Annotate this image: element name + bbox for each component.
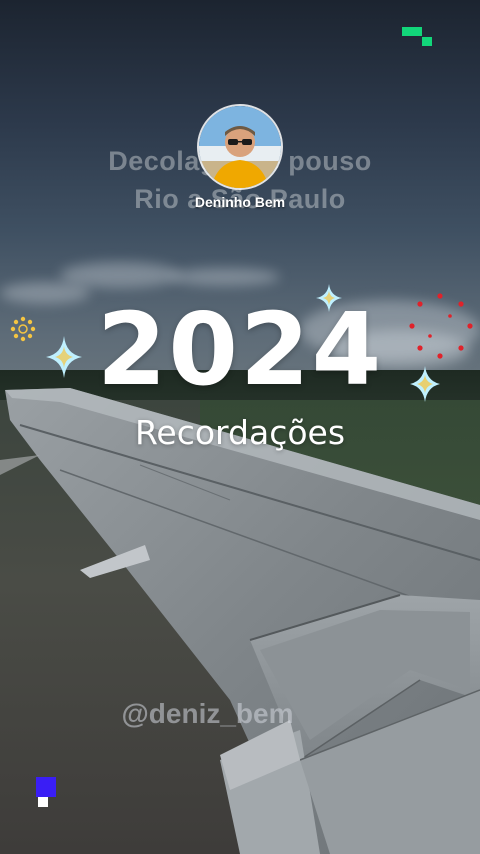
- avatar-photo: [199, 106, 281, 188]
- pixel-blocks-icon: [402, 27, 432, 46]
- sparkle-icon: [410, 366, 440, 402]
- subtitle: Recordações: [134, 413, 346, 452]
- author-name[interactable]: Deninho Bem: [0, 194, 480, 210]
- avatar[interactable]: [197, 104, 283, 190]
- sun-icon: [10, 316, 36, 342]
- handle-watermark: @deniz_bem: [121, 698, 294, 729]
- sparkle-icon: [46, 336, 82, 378]
- sparkle-icon: [316, 284, 342, 312]
- pixel-blocks-icon: [36, 777, 56, 807]
- firework-icon: [409, 293, 473, 359]
